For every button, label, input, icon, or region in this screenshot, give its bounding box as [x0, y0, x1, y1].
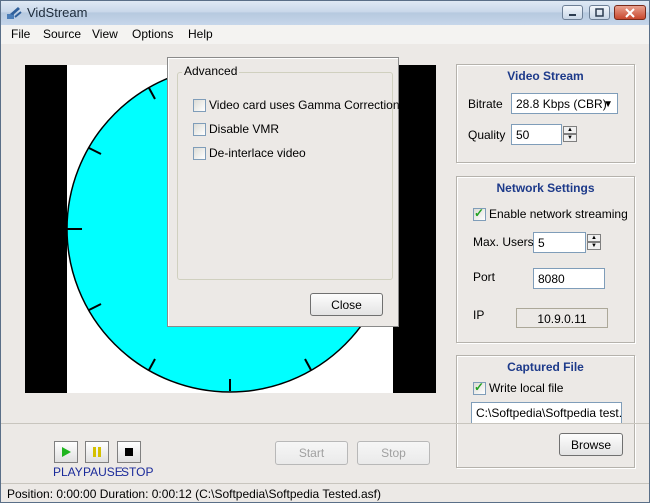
port-input[interactable]: 8080 [533, 268, 605, 289]
stop-transport-button[interactable] [117, 441, 141, 463]
advanced-group-label: Advanced [182, 64, 240, 78]
menu-file[interactable]: File [11, 27, 30, 41]
window-title: VidStream [27, 5, 88, 20]
play-icon [62, 447, 71, 457]
enable-streaming-label: Enable network streaming [489, 207, 628, 221]
video-stream-panel: Video Stream Bitrate 28.8 Kbps (CBR) ▼ Q… [456, 64, 635, 163]
write-local-file-label: Write local file [489, 381, 564, 395]
minimize-icon [569, 14, 576, 16]
stop-button[interactable]: Stop [357, 441, 430, 465]
port-label: Port [473, 270, 496, 284]
menu-view[interactable]: View [92, 27, 118, 41]
bitrate-value: 28.8 Kbps (CBR) [516, 97, 607, 111]
menu-help[interactable]: Help [188, 27, 213, 41]
max-users-input[interactable]: 5 [533, 232, 586, 253]
menu-options[interactable]: Options [132, 27, 173, 41]
advanced-dialog: Advanced Video card uses Gamma Correctio… [167, 57, 400, 327]
spin-down-icon[interactable]: ▼ [587, 242, 601, 250]
close-icon [625, 7, 635, 18]
menu-bar: File Source View Options Help [1, 25, 649, 44]
max-users-value: 5 [538, 236, 545, 250]
ip-value-box: 10.9.0.11 [516, 308, 608, 328]
stop-icon [125, 448, 133, 456]
disable-vmr-label: Disable VMR [209, 122, 280, 136]
pause-label: PAUSE [83, 465, 123, 479]
minimize-button[interactable] [562, 5, 583, 20]
write-local-file-checkbox[interactable] [473, 380, 486, 395]
quality-input[interactable]: 50 [511, 124, 562, 145]
pause-icon [93, 447, 101, 457]
play-label: PLAY [53, 465, 83, 479]
ip-label: IP [473, 308, 485, 322]
menu-source[interactable]: Source [43, 27, 81, 41]
quality-label: Quality [468, 128, 506, 142]
network-settings-title: Network Settings [496, 181, 595, 195]
browse-button[interactable]: Browse [559, 433, 623, 456]
captured-file-panel: Captured File Write local file C:\Softpe… [456, 355, 635, 468]
status-text: Position: 0:00:00 Duration: 0:00:12 (C:\… [7, 487, 382, 501]
vidstream-app-icon [7, 7, 22, 19]
max-users-label: Max. Users [473, 235, 534, 249]
app-window: VidStream File Source View Options Help [0, 0, 650, 503]
disable-vmr-checkbox[interactable] [193, 123, 206, 136]
quality-spinner[interactable]: ▲ ▼ [563, 126, 577, 142]
controls-divider [1, 423, 649, 424]
deinterlace-checkbox[interactable] [193, 147, 206, 160]
pause-button[interactable] [85, 441, 109, 463]
close-dialog-button[interactable]: Close [310, 293, 383, 316]
spin-down-icon[interactable]: ▼ [563, 134, 577, 142]
video-stream-title: Video Stream [507, 69, 584, 83]
max-users-spinner[interactable]: ▲ ▼ [587, 234, 601, 250]
play-button[interactable] [54, 441, 78, 463]
deinterlace-label: De-interlace video [209, 146, 306, 160]
spin-up-icon[interactable]: ▲ [563, 126, 577, 134]
bitrate-select[interactable]: 28.8 Kbps (CBR) ▼ [511, 93, 618, 114]
enable-streaming-checkbox[interactable] [473, 206, 486, 221]
quality-value: 50 [516, 128, 530, 142]
ip-value: 10.9.0.11 [537, 312, 587, 326]
maximize-icon [595, 8, 604, 17]
dropdown-arrow-icon: ▼ [603, 99, 613, 110]
network-settings-panel: Network Settings Enable network streamin… [456, 176, 635, 343]
title-bar[interactable]: VidStream [1, 1, 649, 26]
file-path-value: C:\Softpedia\Softpedia test.asf [476, 406, 622, 420]
gamma-correction-label: Video card uses Gamma Correction [209, 98, 400, 112]
file-path-input[interactable]: C:\Softpedia\Softpedia test.asf [471, 402, 622, 424]
start-button[interactable]: Start [275, 441, 348, 465]
close-window-button[interactable] [614, 5, 646, 20]
gamma-correction-checkbox[interactable] [193, 99, 206, 112]
captured-file-title: Captured File [507, 360, 584, 374]
port-value: 8080 [538, 272, 565, 286]
status-bar: Position: 0:00:00 Duration: 0:00:12 (C:\… [1, 483, 649, 502]
bitrate-label: Bitrate [468, 97, 503, 111]
spin-up-icon[interactable]: ▲ [587, 234, 601, 242]
maximize-button[interactable] [589, 5, 610, 20]
stop-label: STOP [121, 465, 154, 479]
